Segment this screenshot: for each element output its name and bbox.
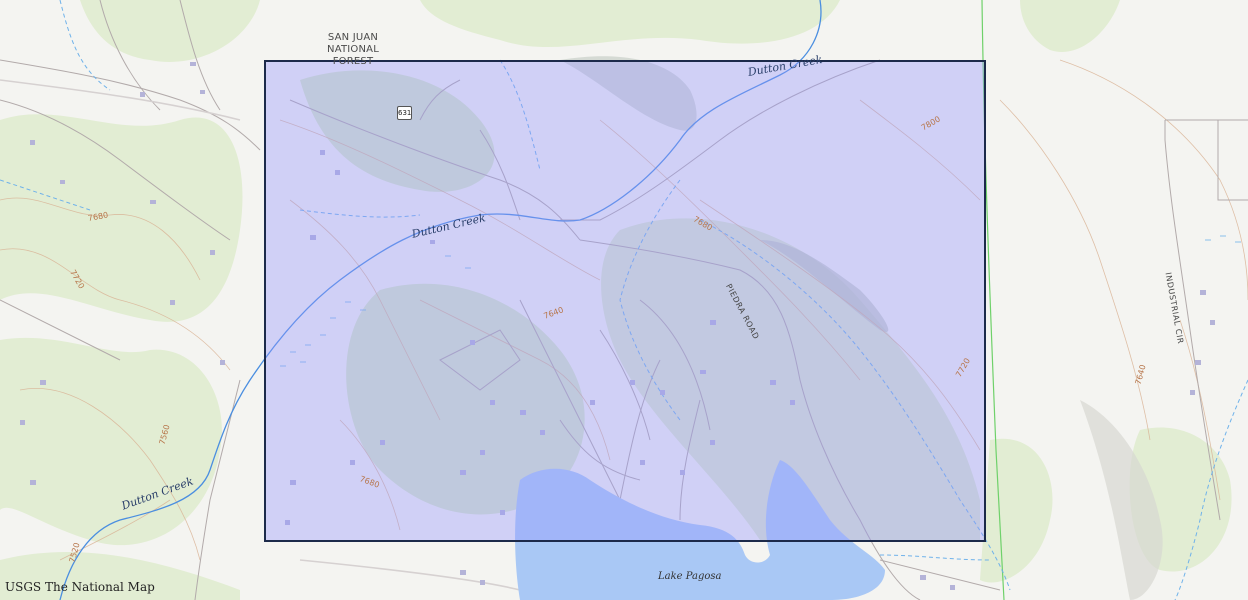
forest-label-line3: FOREST [332,56,374,67]
map-attribution: USGS The National Map [5,580,155,594]
forest-label: SAN JUAN NATIONAL FOREST [318,32,388,68]
map-view[interactable]: SAN JUAN NATIONAL FOREST 631 Dutton Cree… [0,0,1248,600]
route-shield-icon: 631 [397,106,412,120]
forest-label-line2: NATIONAL [327,44,379,55]
lake-label: Lake Pagosa [658,571,722,582]
selection-rectangle[interactable] [264,60,986,542]
forest-label-line1: SAN JUAN [327,32,379,43]
